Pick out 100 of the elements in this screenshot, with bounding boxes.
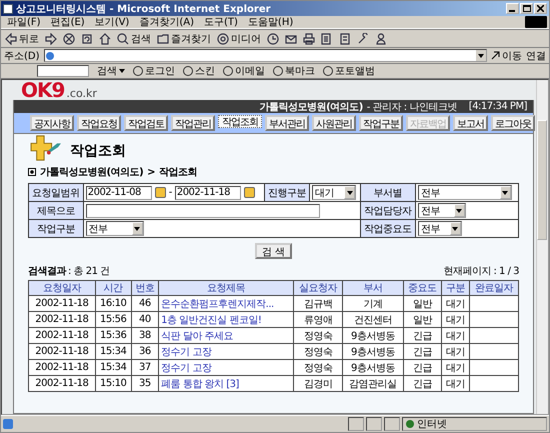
table-cell: 긴급 bbox=[403, 328, 442, 344]
clock-icon[interactable] bbox=[267, 32, 279, 44]
bullet-icon bbox=[28, 168, 36, 176]
close-icon bbox=[537, 5, 544, 12]
page-icon bbox=[3, 419, 13, 429]
wrench-icon[interactable] bbox=[357, 32, 369, 44]
table-cell bbox=[469, 328, 518, 344]
table-cell bbox=[469, 312, 518, 328]
table-cell: 2002-11-18 bbox=[28, 376, 96, 392]
date-field[interactable]: 2002-11-08 bbox=[86, 186, 152, 200]
menu-item[interactable]: 도구(T) bbox=[204, 15, 238, 29]
toolbar-button[interactable]: 검색 bbox=[117, 32, 151, 46]
priority-select[interactable]: 전부 bbox=[418, 221, 462, 236]
table-cell: 일반 bbox=[403, 296, 442, 312]
request-title-link[interactable]: 온수순환펌프후렌지제작... bbox=[158, 296, 294, 312]
minimize-button[interactable] bbox=[506, 3, 519, 14]
table-cell bbox=[469, 360, 518, 376]
nav-button[interactable]: 부서관리 bbox=[265, 115, 309, 131]
table-cell: 긴급 bbox=[403, 344, 442, 360]
department-select[interactable]: 전부 bbox=[418, 185, 512, 200]
toolbar-link[interactable]: 로그인 bbox=[133, 64, 175, 78]
request-title-link[interactable]: 식판 달아 주세요 bbox=[158, 328, 294, 344]
document-icon[interactable] bbox=[321, 32, 333, 44]
nav-button[interactable]: 작업조회 bbox=[218, 115, 262, 128]
nav-button[interactable]: 작업검토 bbox=[124, 115, 168, 131]
menu-item[interactable]: 도움말(H) bbox=[248, 15, 294, 29]
table-cell: 기계 bbox=[342, 296, 404, 312]
menu-item[interactable]: 보기(V) bbox=[94, 15, 130, 29]
nav-button[interactable]: 공지사항 bbox=[30, 115, 74, 131]
page-indicator: 현재페이지 : 1 / 3 bbox=[443, 265, 519, 278]
table-cell: 46 bbox=[131, 296, 159, 312]
search-button[interactable]: 검색 bbox=[97, 64, 125, 78]
table-cell: 정영숙 bbox=[294, 360, 343, 376]
table-cell bbox=[469, 376, 518, 392]
nav-button[interactable]: 작업구분 bbox=[359, 115, 403, 131]
table-cell: 2002-11-18 bbox=[28, 360, 96, 376]
toolbar-button[interactable]: 즐겨찾기 bbox=[157, 32, 211, 46]
table-cell: 15:34 bbox=[95, 360, 132, 376]
table-cell: 2002-11-18 bbox=[28, 296, 96, 312]
organization-name: 가톨릭성모병원(여의도) bbox=[260, 100, 363, 114]
search-field[interactable] bbox=[37, 65, 89, 77]
address-field[interactable] bbox=[44, 49, 487, 62]
request-title-link[interactable]: 1층 일반건진실 펜코일! bbox=[158, 312, 294, 328]
home-icon[interactable] bbox=[99, 32, 111, 44]
toolbar-link[interactable]: 이메일 bbox=[223, 64, 265, 78]
column-header: 중요도 bbox=[403, 280, 442, 296]
date-field[interactable]: 2002-11-18 bbox=[174, 186, 241, 200]
column-header: 번호 bbox=[131, 280, 159, 296]
table-cell: 40 bbox=[131, 312, 159, 328]
owner-select[interactable]: 전부 bbox=[418, 203, 466, 218]
toolbar-link[interactable]: 스킨 bbox=[183, 64, 215, 78]
table-cell: 15:56 bbox=[95, 312, 132, 328]
maximize-button[interactable] bbox=[520, 3, 533, 14]
table-cell: 건진센터 bbox=[342, 312, 404, 328]
toolbar-button[interactable]: 뒤로 bbox=[5, 32, 39, 46]
menu-item[interactable]: 편집(E) bbox=[50, 15, 85, 29]
forward-arrow-icon[interactable] bbox=[45, 32, 57, 44]
close-button[interactable] bbox=[534, 3, 547, 14]
nav-button[interactable]: 보고서 bbox=[453, 115, 488, 131]
scrollbar[interactable] bbox=[536, 80, 548, 414]
toolbar-link[interactable]: 포토앨범 bbox=[323, 64, 375, 78]
request-title-link[interactable]: 폐룸 통합 왕치 [3] bbox=[158, 376, 294, 392]
field-label: 진행구분 bbox=[264, 184, 310, 202]
browser-icon bbox=[3, 4, 13, 14]
status-pane bbox=[348, 417, 364, 431]
envelope-icon[interactable] bbox=[285, 32, 297, 44]
refresh-icon[interactable] bbox=[81, 32, 93, 44]
nav-button[interactable]: 작업관리 bbox=[171, 115, 215, 131]
links-button[interactable]: 연결 bbox=[526, 48, 546, 62]
arrow-icon bbox=[491, 51, 500, 60]
calendar-icon[interactable] bbox=[244, 187, 255, 198]
table-cell: 37 bbox=[131, 360, 159, 376]
table-cell: 류영애 bbox=[294, 312, 343, 328]
status-pane bbox=[384, 417, 400, 431]
page-icon[interactable] bbox=[339, 32, 351, 44]
table-cell: 9층서병동 bbox=[342, 344, 404, 360]
nav-button[interactable]: 작업요청 bbox=[77, 115, 121, 131]
calendar-icon[interactable] bbox=[154, 187, 166, 198]
nav-button[interactable]: 사원관리 bbox=[312, 115, 356, 131]
column-header: 요청일자 bbox=[28, 280, 96, 296]
toolbar-button[interactable]: 미디어 bbox=[217, 32, 261, 46]
printer-icon[interactable] bbox=[303, 32, 315, 44]
search-button[interactable]: 검 색 bbox=[254, 243, 292, 259]
go-button[interactable]: 이동 bbox=[491, 48, 522, 62]
type-select[interactable]: 전부 bbox=[86, 221, 144, 236]
toolbar-link[interactable]: 북마크 bbox=[273, 64, 315, 78]
request-title-link[interactable]: 정수기 고장 bbox=[158, 344, 294, 360]
request-title-link[interactable]: 정수기 고장 bbox=[158, 360, 294, 376]
menu-item[interactable]: 즐겨찾기(A) bbox=[139, 15, 194, 29]
status-select[interactable]: 대기 bbox=[312, 185, 356, 200]
page-heading: 작업조회 bbox=[70, 142, 126, 160]
person-icon[interactable] bbox=[375, 32, 387, 44]
table-cell: 대기 bbox=[442, 296, 470, 312]
breadcrumb-item: 작업조회 bbox=[159, 166, 198, 179]
title-field[interactable] bbox=[86, 204, 320, 218]
nav-button[interactable]: 로그아웃 bbox=[491, 115, 535, 131]
menu-item[interactable]: 파일(F) bbox=[7, 15, 41, 29]
stop-icon[interactable] bbox=[63, 32, 75, 44]
status-pane bbox=[366, 417, 382, 431]
table-cell: 감염관리실 bbox=[342, 376, 404, 392]
